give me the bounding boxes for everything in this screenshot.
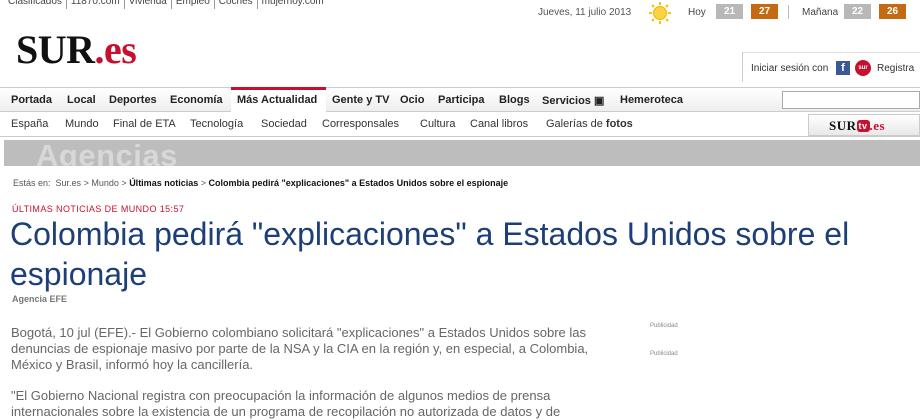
search-input[interactable] <box>782 91 920 109</box>
login-label: Iniciar sesión con <box>751 63 829 74</box>
article-title: Colombia pedirá "explicaciones" a Estado… <box>10 216 850 292</box>
facebook-icon[interactable]: f <box>836 61 850 75</box>
surtv-logo[interactable]: SUR tv .es <box>808 114 920 136</box>
site-logo[interactable]: SUR.es <box>16 27 137 72</box>
nav-servicios-label: Servicios <box>542 95 591 107</box>
logo-suffix: .es <box>94 27 137 72</box>
breadcrumb-separator: > <box>121 178 127 188</box>
breadcrumb-item-ultimas[interactable]: Últimas noticias <box>129 178 198 188</box>
subnav-espana[interactable]: España <box>11 118 48 130</box>
section-banner-title: Agencias <box>36 140 178 166</box>
top-bar: Clasificados 11870.com Vivienda Empleo C… <box>0 0 920 24</box>
nav-hemeroteca[interactable]: Hemeroteca <box>620 94 683 106</box>
dropdown-box-icon: ▣ <box>593 95 605 107</box>
weather-tomorrow-max: 26 <box>879 4 906 19</box>
top-links: Clasificados 11870.com Vivienda Empleo C… <box>4 0 328 9</box>
sub-nav: España Mundo Final de ETA Tecnología Soc… <box>0 112 920 137</box>
subnav-mundo[interactable]: Mundo <box>65 118 99 130</box>
subnav-galerias-prefix: Galerías de <box>546 118 606 130</box>
article-kicker: ÚLTIMAS NOTICIAS DE MUNDO 15:57 <box>12 204 185 214</box>
top-link-coches[interactable]: Coches <box>215 0 258 9</box>
register-link[interactable]: Registra <box>877 63 914 74</box>
article-paragraph-1: Bogotá, 10 jul (EFE).- El Gobierno colom… <box>11 325 589 372</box>
article-byline: Agencia EFE <box>12 294 68 304</box>
top-link-11870[interactable]: 11870.com <box>67 0 125 9</box>
breadcrumb-item-current: Colombia pedirá "explicaciones" a Estado… <box>208 178 509 188</box>
nav-ocio[interactable]: Ocio <box>400 94 424 106</box>
sur-login-icon[interactable]: sur <box>855 60 871 76</box>
subnav-corresponsales[interactable]: Corresponsales <box>322 118 399 130</box>
weather-divider <box>788 5 789 19</box>
breadcrumb-item-home[interactable]: Sur.es <box>56 178 82 188</box>
breadcrumb-separator: > <box>200 178 206 188</box>
breadcrumb-prefix: Estás en: <box>13 178 51 188</box>
nav-mas-actualidad[interactable]: Más Actualidad <box>237 94 317 106</box>
nav-local[interactable]: Local <box>67 94 96 106</box>
subnav-final-eta[interactable]: Final de ETA <box>113 118 176 130</box>
nav-gente-y-tv[interactable]: Gente y TV <box>332 94 389 106</box>
nav-portada[interactable]: Portada <box>11 94 52 106</box>
surtv-es: .es <box>869 118 886 133</box>
subnav-cultura[interactable]: Cultura <box>420 118 455 130</box>
subnav-sociedad[interactable]: Sociedad <box>261 118 307 130</box>
subnav-tecnologia[interactable]: Tecnología <box>190 118 243 130</box>
breadcrumb: Estás en: Sur.es > Mundo > Últimas notic… <box>13 178 508 188</box>
article-paragraph-2: "El Gobierno Nacional registra con preoc… <box>11 388 561 419</box>
weather-today-min: 21 <box>716 4 743 19</box>
weather-today-max: 27 <box>751 4 778 19</box>
section-banner: Agencias <box>4 140 920 166</box>
nav-economia[interactable]: Economía <box>170 94 223 106</box>
top-link-clasificados[interactable]: Clasificados <box>4 0 67 9</box>
login-box: Iniciar sesión con f sur Registra <box>742 52 920 82</box>
surtv-sur: SUR <box>829 118 857 133</box>
breadcrumb-separator: > <box>83 178 89 188</box>
nav-participa[interactable]: Participa <box>438 94 484 106</box>
subnav-galerias[interactable]: Galerías de fotos <box>546 118 633 130</box>
nav-servicios[interactable]: Servicios ▣ <box>542 94 604 107</box>
ad-label-1: Publicidad <box>650 323 678 329</box>
weather-tomorrow-min: 22 <box>844 4 871 19</box>
sun-icon <box>649 2 671 24</box>
current-date: Jueves, 11 julio 2013 <box>538 7 632 18</box>
top-link-empleo[interactable]: Empleo <box>172 0 215 9</box>
breadcrumb-item-mundo[interactable]: Mundo <box>91 178 119 188</box>
subnav-canal-libros[interactable]: Canal libros <box>470 118 528 130</box>
weather-tomorrow-label: Mañana <box>802 7 839 18</box>
nav-deportes[interactable]: Deportes <box>109 94 157 106</box>
nav-blogs[interactable]: Blogs <box>499 94 530 106</box>
top-link-vivienda[interactable]: Vivienda <box>125 0 172 9</box>
subnav-galerias-bold: fotos <box>605 118 633 130</box>
surtv-wordmark: SUR tv .es <box>829 118 885 134</box>
main-nav: Portada Local Deportes Economía Más Actu… <box>0 87 920 112</box>
ad-label-2: Publicidad <box>650 351 678 357</box>
weather-today-label: Hoy <box>688 7 706 18</box>
surtv-tv-icon: tv <box>856 120 870 132</box>
logo-main: SUR <box>16 27 95 72</box>
top-link-mujerhoy[interactable]: mujerhoy.com <box>258 0 328 9</box>
